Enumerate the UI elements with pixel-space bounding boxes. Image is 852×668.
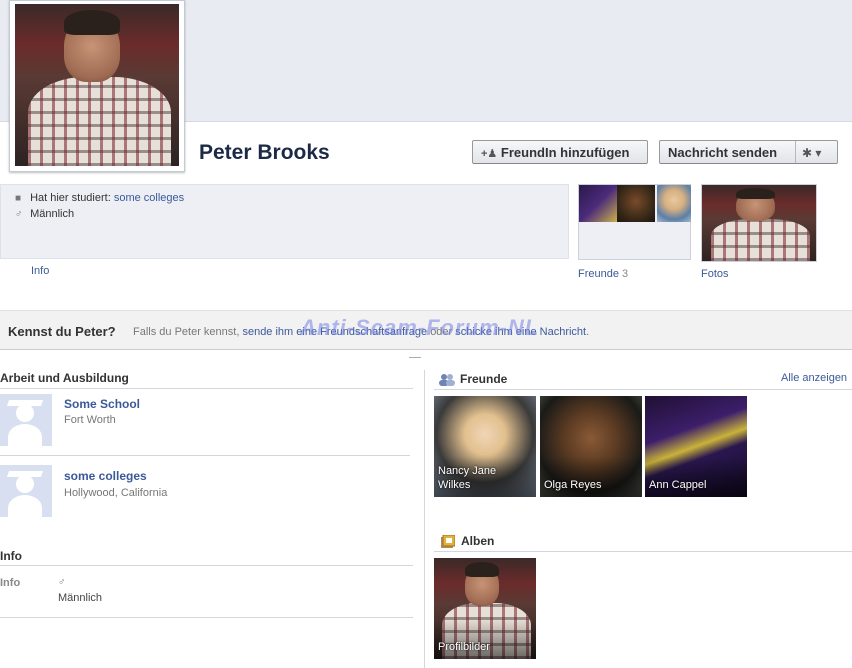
column-divider [424,370,425,668]
know-mid: oder [430,326,453,338]
know-end: . [586,326,590,338]
intro-box: ■ Hat hier studiert: some colleges ♂ Män… [0,184,569,259]
friends-icon [439,373,455,386]
section-divider [0,617,413,618]
know-prefix: Falls du Peter kennst, [133,326,240,338]
gender-line: ♂ Männlich [15,208,74,220]
add-friend-button[interactable]: +♟ FreundIn hinzufügen [472,140,648,164]
gear-icon[interactable]: ✱ ▾ [802,141,821,165]
friend-name[interactable]: Ann Cappel [649,478,707,492]
graduation-cap-icon[interactable] [0,394,52,446]
profile-picture-frame[interactable] [9,0,185,172]
send-message-label: Nachricht senden [668,145,778,160]
section-divider [434,551,852,552]
school-place: Hollywood, California [64,487,168,499]
graduation-cap-icon: ■ [15,193,22,204]
male-icon: ♂ [15,209,23,220]
studied-line: ■ Hat hier studiert: some colleges [15,192,184,204]
see-all-friends-link[interactable]: Alle anzeigen [781,372,847,384]
friend-thumb[interactable] [579,185,617,222]
friend-thumb[interactable] [617,185,655,222]
school-place: Fort Worth [64,414,116,426]
friend-thumb[interactable] [657,185,691,222]
button-separator [795,141,796,163]
profile-name[interactable]: Peter Brooks [199,141,330,165]
albums-section-title: Alben [461,534,495,548]
know-title: Kennst du Peter? [8,324,116,339]
male-icon: ♂ [58,577,66,588]
album-icon [441,534,456,548]
friend-name[interactable]: Nancy Jane Wilkes [438,464,508,492]
school-name[interactable]: some colleges [64,469,147,483]
album-name[interactable]: Profilbilder [438,640,490,654]
send-message-link[interactable]: schicke ihm eine Nachricht [455,326,586,338]
divider-tick [409,357,421,358]
know-bar: Kennst du Peter? Falls du Peter kennst, … [0,310,852,350]
friends-link[interactable]: Freunde 3 [578,268,628,280]
studied-prefix: Hat hier studiert: [30,192,111,204]
graduation-cap-icon[interactable] [0,465,52,517]
friend-tile[interactable]: Olga Reyes [540,396,642,497]
section-divider [0,388,413,389]
know-text: Falls du Peter kennst, sende ihm eine Fr… [133,326,589,338]
add-friend-label: FreundIn hinzufügen [500,145,630,160]
section-divider [434,389,852,390]
studied-link[interactable]: some colleges [114,192,184,204]
friend-name[interactable]: Olga Reyes [544,478,601,492]
send-friend-request-link[interactable]: sende ihm eine Freundschaftsanfrage [242,326,427,338]
gender-value: Männlich [58,592,103,604]
friends-link-label[interactable]: Freunde [578,268,619,280]
send-message-button[interactable]: Nachricht senden ✱ ▾ [659,140,838,164]
friends-section-title: Freunde [460,372,508,386]
info-tab[interactable]: Info [31,265,49,277]
friend-tile[interactable]: Nancy Jane Wilkes [434,396,536,497]
school-name[interactable]: Some School [64,397,140,411]
friends-thumbnails[interactable] [578,184,691,260]
album-tile[interactable]: Profilbilder [434,558,536,659]
friend-tile[interactable]: Ann Cappel [645,396,747,497]
friends-count: 3 [622,268,629,280]
photos-link[interactable]: Fotos [701,268,729,280]
add-friend-icon: +♟ [481,148,498,160]
profile-picture[interactable] [15,4,179,166]
row-divider [0,455,410,456]
section-divider [0,565,413,566]
work-section-title: Arbeit und Ausbildung [0,371,129,385]
info-label: Info [0,577,21,589]
photos-thumbnail[interactable] [701,184,817,262]
gender-text: Männlich [30,208,75,220]
info-section-title: Info [0,549,22,563]
